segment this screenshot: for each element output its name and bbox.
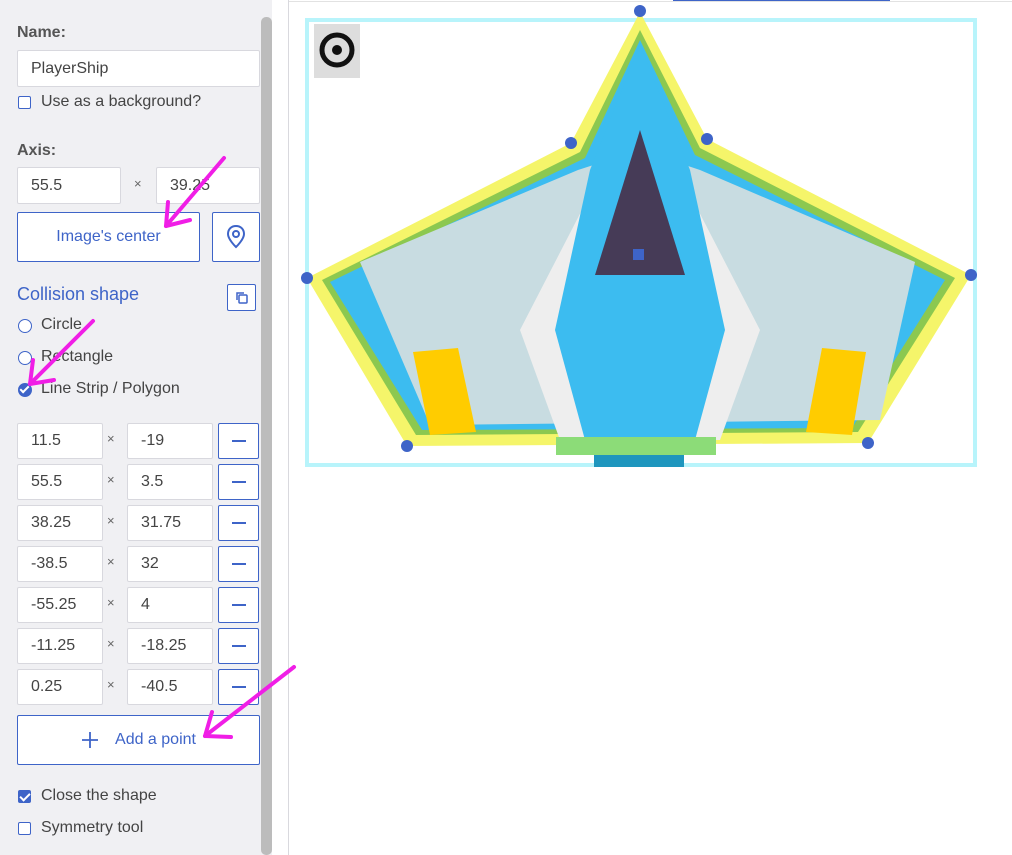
use-as-background-checkbox[interactable] — [18, 96, 31, 109]
shape-radio-circle[interactable] — [18, 319, 32, 333]
pick-axis-button[interactable] — [212, 212, 260, 262]
point-x-input[interactable]: 38.25 — [17, 505, 103, 541]
polygon-handle[interactable] — [965, 269, 977, 281]
axis-separator: × — [134, 176, 142, 191]
remove-point-button[interactable] — [218, 587, 259, 623]
point-x-input[interactable]: -11.25 — [17, 628, 103, 664]
axis-y-input[interactable]: 39.25 — [156, 167, 260, 204]
remove-point-button[interactable] — [218, 628, 259, 664]
canvas-top-border — [289, 1, 1012, 2]
point-separator: × — [107, 554, 115, 569]
add-point-label: Add a point — [115, 731, 196, 748]
remove-point-button[interactable] — [218, 464, 259, 500]
polygon-handle[interactable] — [701, 133, 713, 145]
axis-label: Axis: — [17, 142, 57, 159]
copy-shape-button[interactable] — [227, 284, 256, 311]
origin-marker-icon — [314, 24, 360, 78]
point-x-input[interactable]: 55.5 — [17, 464, 103, 500]
use-as-background-label: Use as a background? — [41, 93, 202, 110]
remove-point-button[interactable] — [218, 505, 259, 541]
copy-icon — [235, 291, 248, 304]
name-label: Name: — [17, 24, 66, 41]
texture-preview[interactable] — [300, 5, 990, 475]
point-y-input[interactable]: -19 — [127, 423, 213, 459]
plus-icon — [82, 732, 99, 748]
point-separator: × — [107, 472, 115, 487]
polygon-handle[interactable] — [862, 437, 874, 449]
image-center-button[interactable]: Image's center — [17, 212, 200, 262]
point-x-input[interactable]: -38.5 — [17, 546, 103, 582]
ship-sprite — [307, 12, 971, 467]
point-y-input[interactable]: -40.5 — [127, 669, 213, 705]
point-y-input[interactable]: 32 — [127, 546, 213, 582]
panel-divider — [288, 0, 289, 855]
shape-label-rectangle: Rectangle — [41, 348, 114, 365]
shape-radio-polygon[interactable] — [18, 383, 32, 397]
axis-x-input[interactable]: 55.5 — [17, 167, 121, 204]
point-x-input[interactable]: 11.5 — [17, 423, 103, 459]
polygon-handle[interactable] — [401, 440, 413, 452]
polygon-handle[interactable] — [301, 272, 313, 284]
shape-label-circle: Circle — [41, 316, 82, 333]
remove-point-button[interactable] — [218, 669, 259, 705]
point-y-input[interactable]: 3.5 — [127, 464, 213, 500]
point-separator: × — [107, 431, 115, 446]
map-pin-icon — [226, 224, 246, 249]
point-separator: × — [107, 595, 115, 610]
polygon-handle[interactable] — [565, 137, 577, 149]
polygon-handle[interactable] — [634, 5, 646, 17]
point-y-input[interactable]: 31.75 — [127, 505, 213, 541]
panel-scrollbar[interactable] — [261, 17, 272, 855]
add-point-button[interactable]: Add a point — [17, 715, 260, 765]
remove-point-button[interactable] — [218, 546, 259, 582]
name-input[interactable]: PlayerShip — [17, 50, 260, 87]
symmetry-tool-label: Symmetry tool — [41, 819, 144, 836]
point-x-input[interactable]: 0.25 — [17, 669, 103, 705]
point-separator: × — [107, 636, 115, 651]
shape-label-polygon: Line Strip / Polygon — [41, 380, 180, 397]
remove-point-button[interactable] — [218, 423, 259, 459]
symmetry-tool-checkbox[interactable] — [18, 822, 31, 835]
close-shape-label: Close the shape — [41, 787, 157, 804]
shape-radio-rectangle[interactable] — [18, 351, 32, 365]
close-shape-checkbox[interactable] — [18, 790, 31, 803]
point-y-input[interactable]: -18.25 — [127, 628, 213, 664]
point-separator: × — [107, 677, 115, 692]
point-x-input[interactable]: -55.25 — [17, 587, 103, 623]
collision-shape-title: Collision shape — [17, 284, 140, 304]
point-separator: × — [107, 513, 115, 528]
point-y-input[interactable]: 4 — [127, 587, 213, 623]
properties-panel: Name: PlayerShip Use as a background? Ax… — [0, 0, 272, 855]
canvas-top-link — [673, 0, 890, 1]
